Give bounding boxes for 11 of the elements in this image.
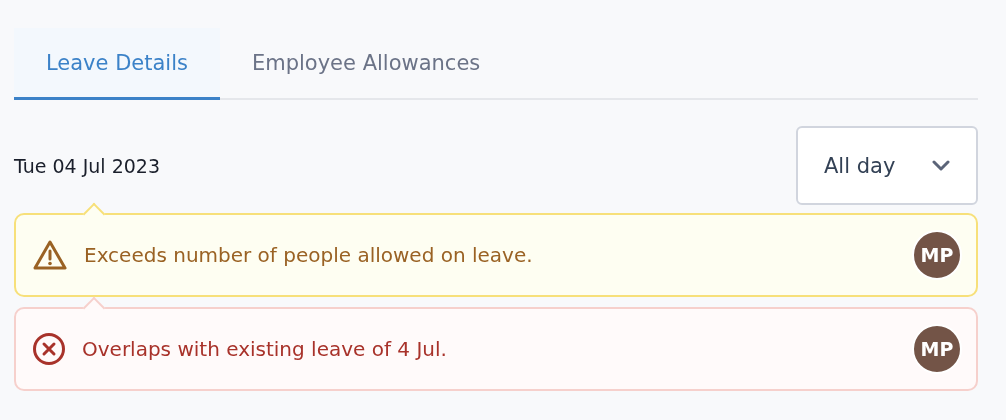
avatar: MP <box>912 324 962 374</box>
error-icon <box>32 332 66 366</box>
tab[interactable]: Leave Details <box>14 28 220 100</box>
alert-message: Overlaps with existing leave of 4 Jul. <box>82 337 448 361</box>
avatar: MP <box>912 230 962 280</box>
date-label: Tue 04 Jul 2023 <box>14 154 161 177</box>
duration-dropdown[interactable]: All day <box>796 126 978 205</box>
warning-icon <box>32 239 68 271</box>
chevron-down-icon <box>932 159 950 172</box>
alert-message: Exceeds number of people allowed on leave. <box>84 243 534 267</box>
tab[interactable]: Employee Allowances <box>219 28 513 100</box>
